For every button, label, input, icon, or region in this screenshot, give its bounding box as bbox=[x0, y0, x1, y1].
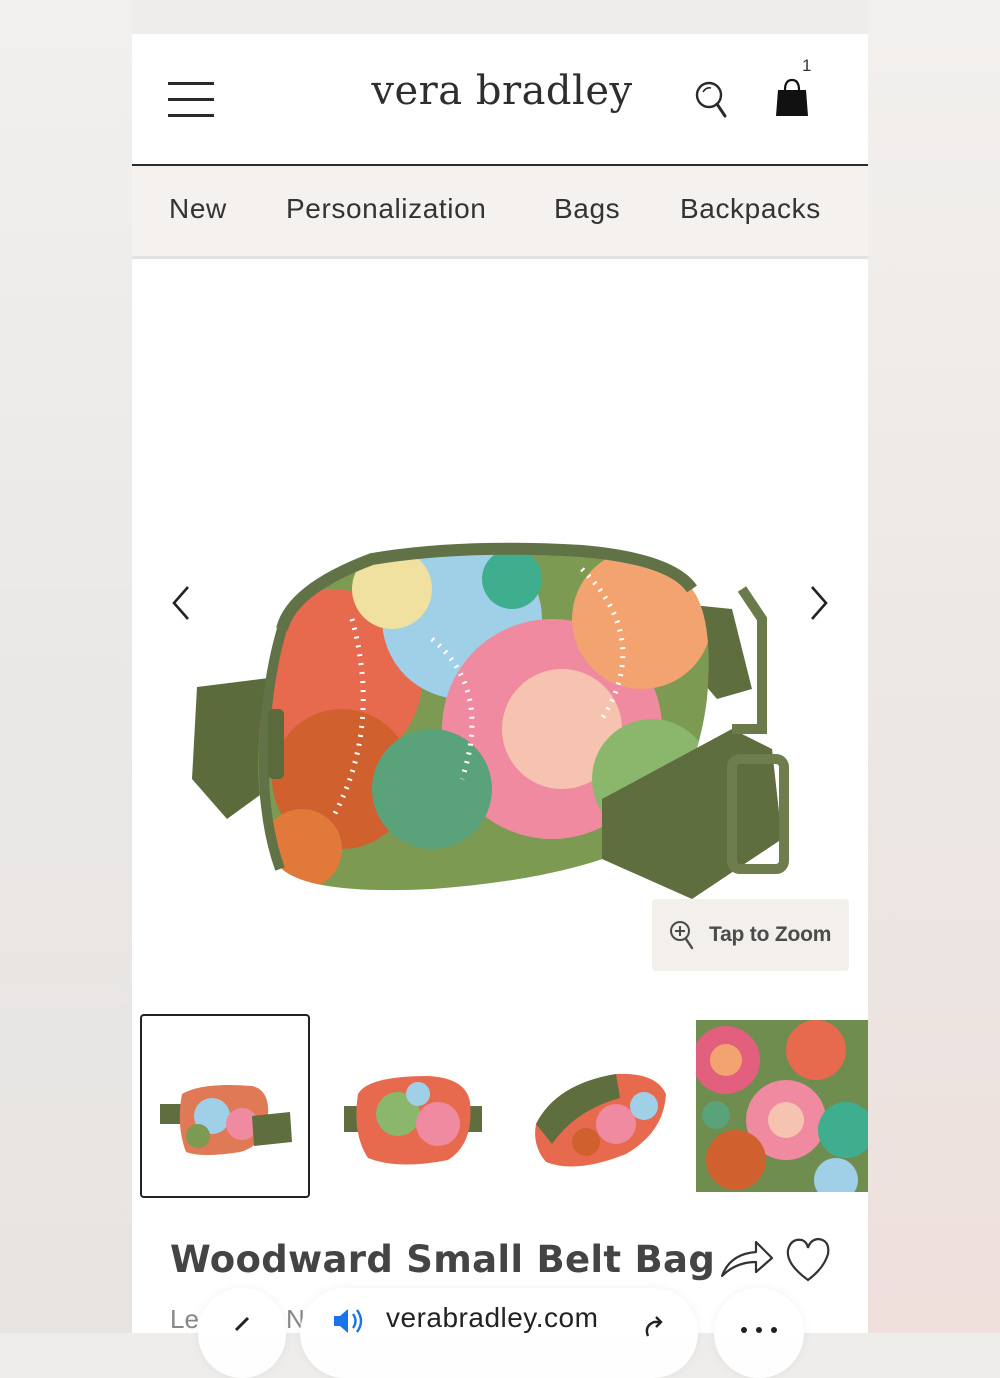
browser-more-button[interactable] bbox=[714, 1288, 804, 1378]
browser-toolbar: verabradley.com bbox=[0, 1288, 1000, 1378]
background-left bbox=[0, 0, 132, 1333]
product-image bbox=[192, 542, 789, 899]
browser-url: verabradley.com bbox=[386, 1302, 599, 1333]
thumbnail-3[interactable] bbox=[516, 1014, 686, 1196]
zoom-icon bbox=[670, 921, 694, 950]
thumbnail-1[interactable] bbox=[140, 1014, 310, 1198]
product-title: Woodward Small Belt Bag bbox=[170, 1238, 716, 1281]
cart-icon[interactable]: 1 bbox=[768, 56, 816, 122]
brand-logo[interactable]: vera bradley bbox=[352, 68, 652, 114]
tap-to-zoom-button[interactable]: Tap to Zoom bbox=[652, 899, 849, 971]
share-icon[interactable] bbox=[718, 1236, 774, 1284]
background-right bbox=[868, 0, 1000, 1333]
product-image-carousel[interactable]: Tap to Zoom bbox=[132, 259, 868, 1004]
thumbnail-strip bbox=[132, 1012, 868, 1202]
cart-count-badge: 1 bbox=[802, 56, 812, 75]
nav-item-new[interactable]: New bbox=[169, 193, 227, 225]
wishlist-heart-icon[interactable] bbox=[782, 1234, 834, 1286]
thumbnail-2[interactable] bbox=[328, 1014, 498, 1196]
search-icon[interactable] bbox=[692, 78, 732, 122]
browser-back-button[interactable] bbox=[198, 1288, 286, 1378]
thumbnail-4-pattern[interactable] bbox=[692, 1020, 868, 1202]
menu-icon[interactable] bbox=[168, 80, 216, 120]
nav-item-personalization[interactable]: Personalization bbox=[286, 193, 486, 225]
next-image-arrow[interactable] bbox=[804, 581, 834, 625]
site-header: vera bradley 1 bbox=[132, 34, 868, 166]
browser-address-bar[interactable]: verabradley.com bbox=[300, 1288, 698, 1378]
product-page: vera bradley 1 New Personalization Bags … bbox=[132, 34, 868, 1333]
category-nav: New Personalization Bags Backpacks bbox=[132, 166, 868, 259]
zoom-label: Tap to Zoom bbox=[709, 923, 832, 946]
speaker-icon[interactable] bbox=[330, 1306, 370, 1351]
previous-image-arrow[interactable] bbox=[166, 581, 196, 625]
reload-icon[interactable] bbox=[640, 1314, 670, 1344]
nav-item-backpacks[interactable]: Backpacks bbox=[680, 193, 821, 225]
nav-item-bags[interactable]: Bags bbox=[554, 193, 620, 225]
